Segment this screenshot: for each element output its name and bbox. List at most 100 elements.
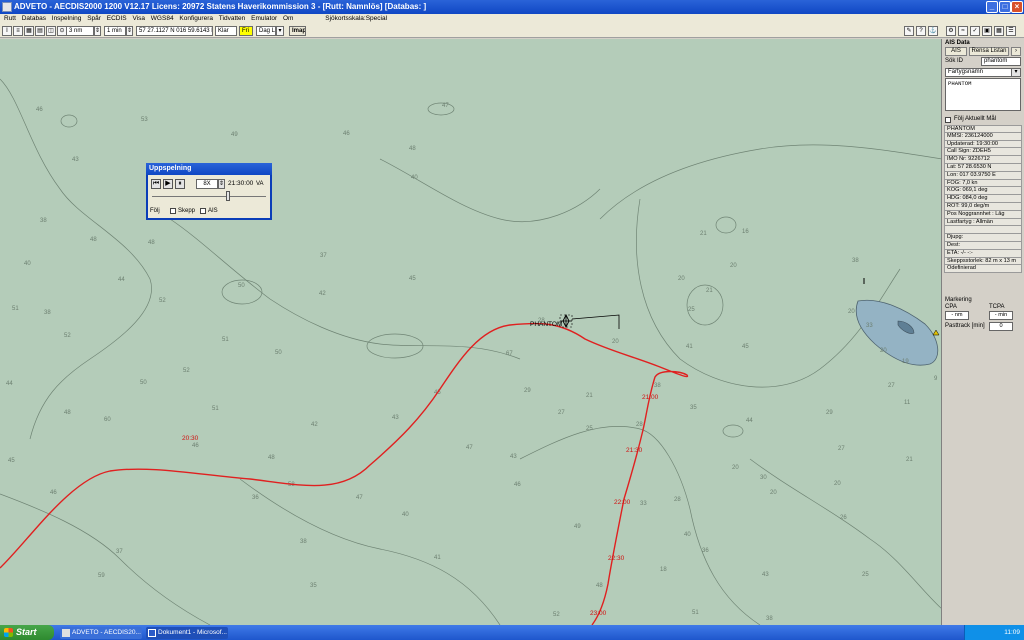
clear-list-button[interactable]: Rensa Listan <box>969 47 1009 56</box>
filter-select[interactable]: Fartygsnamn <box>945 68 1021 77</box>
window-icon[interactable]: ▣ <box>982 26 992 36</box>
tcpa-input[interactable]: - min <box>989 311 1013 320</box>
menu-item-ecdis[interactable]: ECDIS <box>107 14 127 24</box>
toolbar-icon-4[interactable]: ▤ <box>35 26 45 36</box>
search-id-input[interactable]: phantom <box>981 57 1021 66</box>
list-icon[interactable]: ☰ <box>1006 26 1016 36</box>
toolbar-icon-1[interactable]: I <box>2 26 12 36</box>
pen-icon[interactable]: ✎ <box>904 26 914 36</box>
menu-item-spar[interactable]: Spår <box>87 14 101 24</box>
speed-spinner[interactable]: ⇕ <box>218 179 225 189</box>
playback-dialog[interactable]: Uppspelning ⏮ ▶ ⏸ 8X ⇕ 21:30:00 VA Följ … <box>146 163 272 220</box>
depth-sounding: 28 <box>636 422 643 428</box>
pause-button[interactable]: ⏸ <box>175 179 185 189</box>
imap-button[interactable]: Imap <box>289 26 306 36</box>
filter-dropdown-icon[interactable]: ▾ <box>1011 68 1021 77</box>
depth-contour <box>0 493 211 625</box>
depth-sounding: 20 <box>732 465 739 471</box>
menu-item-tidvatten[interactable]: Tidvatten <box>219 14 246 24</box>
track-time-label: 23:00 <box>590 610 607 617</box>
app-icon <box>62 629 70 637</box>
depth-sounding: 50 <box>275 350 282 356</box>
tab-ais[interactable]: AIS <box>945 47 967 56</box>
depth-sounding: 52 <box>159 298 166 304</box>
menu-item-databas[interactable]: Databas <box>22 14 46 24</box>
ais-checkbox[interactable] <box>200 208 206 214</box>
depth-contour <box>519 426 761 625</box>
toolbar-icon-2[interactable]: ≡ <box>13 26 23 36</box>
depth-sounding: 33 <box>866 323 873 329</box>
skepp-checkbox[interactable] <box>170 208 176 214</box>
menu-item-rutt[interactable]: Rutt <box>4 14 16 24</box>
menu-item-emulator[interactable]: Emulator <box>251 14 277 24</box>
playback-title[interactable]: Uppspelning <box>146 163 272 175</box>
pasttrack-input[interactable]: 0 <box>989 322 1013 331</box>
ship-icon[interactable]: ⚓ <box>928 26 938 36</box>
depth-sounding: 59 <box>98 573 105 579</box>
depth-contour <box>60 114 78 128</box>
depth-sounding: 49 <box>574 524 581 530</box>
depth-sounding: 9 <box>934 376 938 382</box>
close-button[interactable]: × <box>1011 1 1023 13</box>
depth-sounding: 33 <box>640 501 647 507</box>
playback-slider-track[interactable] <box>152 196 266 197</box>
interval-select[interactable]: 1 min <box>104 26 126 36</box>
depth-sounding: 48 <box>409 146 416 152</box>
depth-sounding: 52 <box>64 333 71 339</box>
toolbar-icon-3[interactable]: ▦ <box>24 26 34 36</box>
ais-target-list[interactable]: PHANTOM <box>945 78 1021 111</box>
taskbar-item-adveto[interactable]: ADVETO - AECDIS20... <box>60 627 142 639</box>
depth-sounding: 40 <box>24 261 31 267</box>
window-title-bar[interactable]: ADVETO - AECDIS2000 1200 V12.17 Licens: … <box>0 0 1024 14</box>
menu-item-wgs84[interactable]: WGS84 <box>151 14 174 24</box>
waves-icon[interactable]: ≈ <box>958 26 968 36</box>
follow-target-checkbox[interactable] <box>945 117 951 123</box>
toolbar: I ≡ ▦ ▤ ◫ ⊙ 3 nm ⇕ 1 min ⇕ 57 27.1127 N … <box>0 24 1024 38</box>
depth-sounding: 20 <box>730 263 737 269</box>
mode-field[interactable]: Fri <box>239 26 253 36</box>
help-icon[interactable]: ? <box>916 26 926 36</box>
grid-icon[interactable]: ▦ <box>994 26 1004 36</box>
depth-sounding: 47 <box>466 445 473 451</box>
rewind-button[interactable]: ⏮ <box>151 179 161 189</box>
windows-logo-icon <box>4 628 13 637</box>
display-mode-dropdown[interactable]: ▾ <box>276 26 284 36</box>
maximize-button[interactable]: □ <box>999 1 1011 13</box>
ship-symbol <box>559 313 620 329</box>
task-label: Dokument1 - Microsof... <box>158 629 227 636</box>
list-item[interactable]: PHANTOM <box>948 80 1018 87</box>
speed-field[interactable]: 8X <box>196 179 218 189</box>
depth-sounding: 35 <box>310 583 317 589</box>
menu-item-inspelning[interactable]: Inspelning <box>52 14 82 24</box>
chart-canvas[interactable]: 46 47 53 43 49 48 46 40 43 38 48 48 40 37 44 52 45 42 52 51… <box>0 39 942 625</box>
depth-sounding: 37 <box>116 549 123 555</box>
toolbar-icon-5[interactable]: ◫ <box>46 26 56 36</box>
menu-item-visa[interactable]: Visa <box>132 14 145 24</box>
depth-sounding: 43 <box>392 415 399 421</box>
range-spinner[interactable]: ⇕ <box>94 26 101 36</box>
menu-item-om[interactable]: Om <box>283 14 293 24</box>
task-label: ADVETO - AECDIS20... <box>72 629 141 636</box>
play-button[interactable]: ▶ <box>163 179 173 189</box>
display-mode-select[interactable]: Dag L <box>256 26 276 36</box>
interval-spinner[interactable]: ⇕ <box>126 26 133 36</box>
ais-side-panel: AIS Data AIS Rensa Listan › Sök ID phant… <box>943 39 1024 625</box>
next-arrow-icon[interactable]: › <box>1011 47 1021 56</box>
range-select[interactable]: 3 nm <box>66 26 94 36</box>
depth-sounding: 25 <box>688 307 695 313</box>
depth-sounding: 43 <box>762 572 769 578</box>
nautical-chart[interactable]: 46 47 53 43 49 48 46 40 43 38 48 48 40 37 44 52 45 42 52 51… <box>0 39 942 625</box>
menu-item-konfigurera[interactable]: Konfigurera <box>179 14 213 24</box>
playback-slider-handle[interactable] <box>226 191 230 201</box>
clock[interactable]: 11:09 <box>1004 629 1020 636</box>
depth-sounding: 40 <box>411 175 418 181</box>
gear-icon[interactable]: ⚙ <box>946 26 956 36</box>
taskbar-item-word[interactable]: Dokument1 - Microsof... <box>146 627 228 639</box>
depth-sounding: 38 <box>654 383 661 389</box>
cpa-input[interactable]: - nm <box>945 311 969 320</box>
start-button[interactable]: Start <box>0 625 54 640</box>
follow-label: Följ <box>150 208 160 214</box>
minimize-button[interactable]: _ <box>986 1 998 13</box>
word-icon <box>148 629 156 637</box>
check-icon[interactable]: ✓ <box>970 26 980 36</box>
